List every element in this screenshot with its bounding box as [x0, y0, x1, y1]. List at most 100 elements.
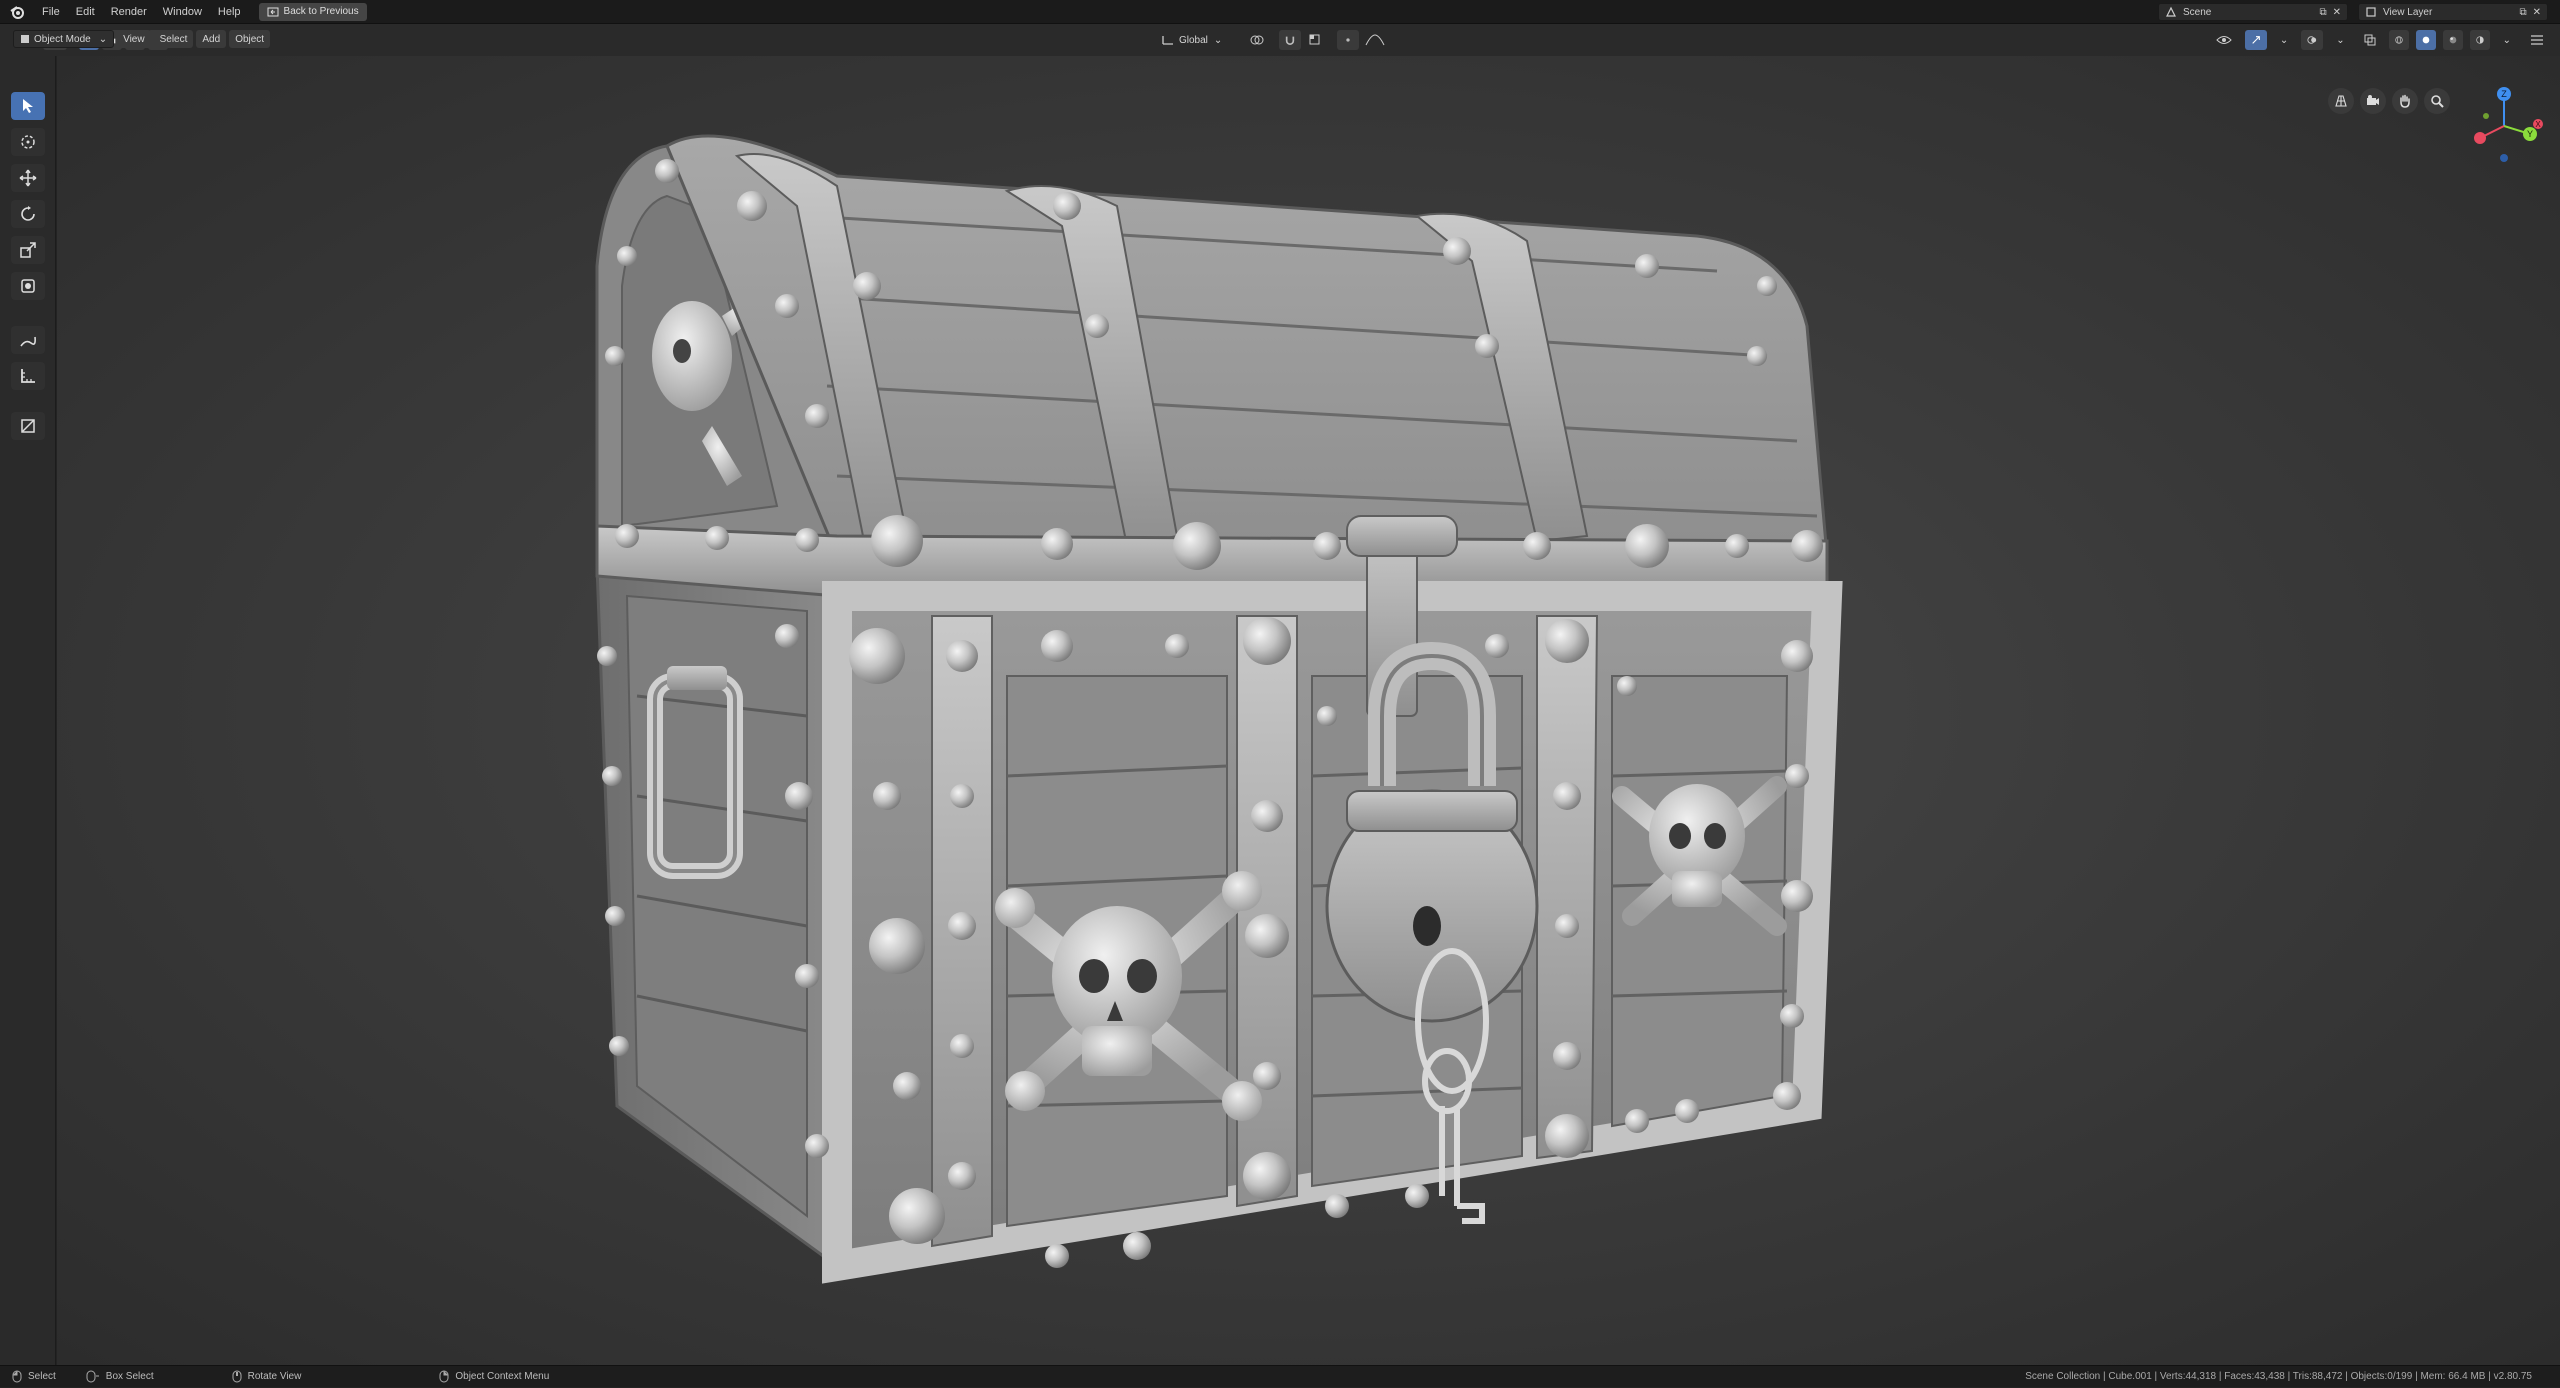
cursor-arrow-icon	[22, 99, 33, 113]
z-axis-negative-icon[interactable]	[2500, 154, 2508, 162]
status-box-select-label: Box Select	[105, 1371, 154, 1382]
pivot-point-dropdown[interactable]	[1243, 30, 1271, 50]
x-axis-icon[interactable]	[2474, 132, 2486, 144]
scene-selector[interactable]: Scene ⧉ ✕	[2158, 3, 2348, 21]
header-left-group: Object Mode ⌄ View Select Add Object	[10, 30, 271, 48]
proportional-edit-icon	[1346, 38, 1350, 42]
snap-element-dropdown[interactable]	[1303, 30, 1331, 50]
menu-file[interactable]: File	[34, 0, 68, 24]
scale-icon	[19, 242, 36, 258]
back-button-label: Back to Previous	[283, 6, 359, 17]
status-select-label: Select	[28, 1371, 56, 1382]
measure-tool[interactable]	[10, 362, 45, 390]
header-right-group: ⌄ ⌄ ⌄	[2207, 30, 2550, 50]
xray-toggle[interactable]	[2358, 30, 2382, 50]
status-rotate-hint: Rotate View	[232, 1370, 302, 1383]
chevron-down-icon: ⌄	[98, 33, 108, 45]
scene-viewlayer-group: Scene ⧉ ✕ View Layer ⧉ ✕	[2158, 3, 2548, 21]
remove-view-layer-icon[interactable]: ✕	[2533, 7, 2541, 18]
new-view-layer-icon[interactable]: ⧉	[2519, 7, 2526, 18]
pan-view-button[interactable]	[2392, 88, 2418, 114]
new-scene-icon[interactable]: ⧉	[2319, 7, 2326, 18]
scene-name: Scene	[2183, 6, 2212, 18]
zoom-view-button[interactable]	[2424, 88, 2450, 114]
3d-viewport[interactable]: Z Y X	[57, 56, 2560, 1365]
eye-icon	[2216, 36, 2232, 44]
gizmo-toggle[interactable]	[2244, 30, 2267, 50]
overlays-icon	[2307, 36, 2317, 44]
toggle-view-grid-button[interactable]	[2328, 88, 2354, 114]
gizmo-dropdown[interactable]: ⌄	[2274, 30, 2294, 50]
chevron-down-icon: ⌄	[1213, 34, 1223, 46]
transform-tool[interactable]	[10, 272, 45, 300]
menu-view[interactable]: View	[117, 30, 151, 48]
scale-tool[interactable]	[10, 236, 45, 264]
transform-orientation-dropdown[interactable]: Global ⌄	[1155, 30, 1228, 50]
view-layer-selector[interactable]: View Layer ⧉ ✕	[2358, 3, 2548, 21]
chevron-down-icon: ⌄	[2279, 34, 2289, 46]
mouse-left-icon	[12, 1370, 22, 1383]
wireframe-sphere-icon	[2394, 36, 2403, 44]
blender-logo-icon[interactable]	[0, 0, 34, 24]
select-box-tool[interactable]	[10, 92, 45, 120]
top-menu-bar: File Edit Render Window Help Back to Pre…	[0, 0, 2560, 24]
hand-icon	[2400, 94, 2410, 108]
move-tool[interactable]	[10, 164, 45, 192]
scene-statistics: Scene Collection | Cube.001 | Verts:44,3…	[2025, 1371, 2532, 1382]
shading-rendered-button[interactable]	[2469, 30, 2490, 50]
hamburger-icon	[2531, 35, 2543, 45]
shading-dropdown[interactable]: ⌄	[2497, 30, 2517, 50]
back-to-previous-button[interactable]: Back to Previous	[258, 2, 367, 21]
shading-wireframe-button[interactable]	[2388, 30, 2409, 50]
cursor-tool[interactable]	[10, 128, 45, 156]
viewport-header: Global ⌄ Object Mode ⌄ View Select Add O…	[0, 24, 2560, 56]
status-context-label: Object Context Menu	[455, 1371, 550, 1382]
status-select-hint: Select	[12, 1370, 56, 1383]
add-cube-icon	[20, 419, 35, 433]
navigation-gizmo[interactable]: Z Y X	[2464, 86, 2544, 166]
visibility-dropdown[interactable]	[2210, 30, 2238, 50]
ruler-icon	[20, 369, 35, 383]
annotate-tool[interactable]	[10, 326, 45, 354]
status-box-select-hint: Box Select	[86, 1370, 154, 1383]
menu-object[interactable]: Object	[229, 30, 271, 48]
svg-text:X: X	[2535, 120, 2541, 129]
rotate-tool[interactable]	[10, 200, 45, 228]
overlays-dropdown[interactable]: ⌄	[2330, 30, 2350, 50]
transform-orientation-label: Global	[1179, 34, 1208, 46]
chevron-down-icon: ⌄	[2336, 34, 2345, 46]
treasure-chest-model[interactable]	[537, 96, 2017, 1356]
menu-select[interactable]: Select	[153, 30, 194, 48]
add-cube-tool[interactable]	[10, 412, 45, 440]
gizmo-icon	[2252, 36, 2260, 44]
snap-toggle[interactable]	[1279, 30, 1301, 50]
y-axis-negative-icon[interactable]	[2483, 113, 2489, 119]
view-layer-name: View Layer	[2383, 6, 2433, 18]
magnet-icon	[1285, 36, 1295, 45]
overlays-toggle[interactable]	[2301, 30, 2324, 50]
orientation-axes-icon	[1162, 36, 1173, 45]
proportional-editing-toggle[interactable]	[1337, 30, 1359, 50]
camera-icon	[2367, 95, 2379, 105]
rotate-icon	[20, 206, 35, 221]
transform-icon	[20, 279, 35, 293]
remove-scene-icon[interactable]: ✕	[2333, 7, 2341, 18]
mouse-right-icon	[439, 1370, 449, 1383]
shading-material-button[interactable]	[2442, 30, 2463, 50]
falloff-curve-icon	[1365, 34, 1385, 46]
solid-sphere-icon	[2422, 36, 2429, 44]
object-mode-icon	[21, 35, 29, 43]
sidebar-toggle[interactable]	[2524, 30, 2550, 50]
shading-solid-button[interactable]	[2415, 30, 2436, 50]
menu-edit[interactable]: Edit	[68, 0, 103, 24]
svg-text:Z: Z	[2501, 89, 2507, 99]
menu-render[interactable]: Render	[103, 0, 155, 24]
object-mode-dropdown[interactable]: Object Mode ⌄	[13, 30, 115, 48]
menu-help[interactable]: Help	[210, 0, 249, 24]
scene-icon	[2166, 6, 2176, 17]
status-rotate-label: Rotate View	[247, 1371, 302, 1382]
menu-add[interactable]: Add	[196, 30, 227, 48]
camera-view-button[interactable]	[2360, 88, 2386, 114]
menu-window[interactable]: Window	[155, 0, 210, 24]
proportional-falloff-dropdown[interactable]	[1359, 30, 1391, 50]
